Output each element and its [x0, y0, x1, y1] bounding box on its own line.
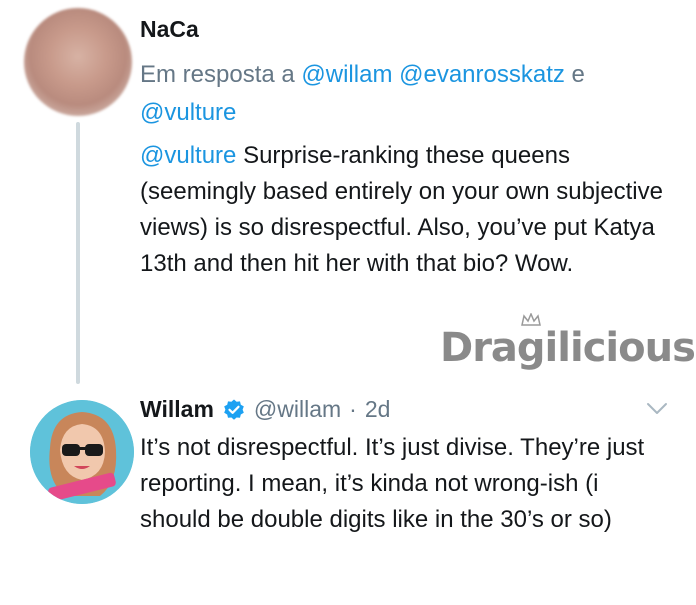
- watermark-logo: Dragilicious: [440, 313, 696, 371]
- mention-evanrosskatz[interactable]: @evanrosskatz: [399, 61, 565, 88]
- reply-conjunction: e: [571, 61, 585, 88]
- avatar-willam[interactable]: [30, 400, 134, 504]
- mention-vulture[interactable]: @vulture: [140, 99, 236, 126]
- verified-badge-icon: [224, 399, 244, 420]
- tweet-header: Willam @willam · 2d: [140, 396, 390, 423]
- tweet-willam[interactable]: Willam @willam · 2d It’s not disrespectf…: [0, 380, 696, 605]
- meta-separator: ·: [349, 396, 357, 422]
- chevron-down-icon[interactable]: [646, 402, 668, 416]
- crown-icon: [521, 313, 541, 326]
- watermark-text: Dragilicious: [440, 325, 696, 371]
- tweet-text: It’s not disrespectful. It’s just divise…: [140, 434, 645, 533]
- tweet-text: @vulture Surprise-ranking these queens (…: [140, 138, 665, 282]
- author-name[interactable]: Willam: [140, 396, 214, 423]
- avatar-naca[interactable]: [24, 8, 132, 116]
- author-handle[interactable]: @willam: [254, 396, 341, 423]
- mention-willam[interactable]: @willam: [301, 61, 392, 88]
- willam-cartoon-avatar: [30, 400, 134, 504]
- reply-context: Em resposta a @willam @evanrosskatz e @v…: [140, 56, 660, 132]
- author-name[interactable]: NaCa: [140, 16, 199, 43]
- thread-connector-line: [76, 122, 80, 384]
- tweet-reply-naca[interactable]: NaCa Em resposta a @willam @evanrosskatz…: [0, 0, 696, 384]
- body-mention-vulture[interactable]: @vulture: [140, 142, 236, 169]
- reply-prefix: Em resposta a: [140, 61, 295, 88]
- tweet-timestamp[interactable]: 2d: [365, 396, 391, 423]
